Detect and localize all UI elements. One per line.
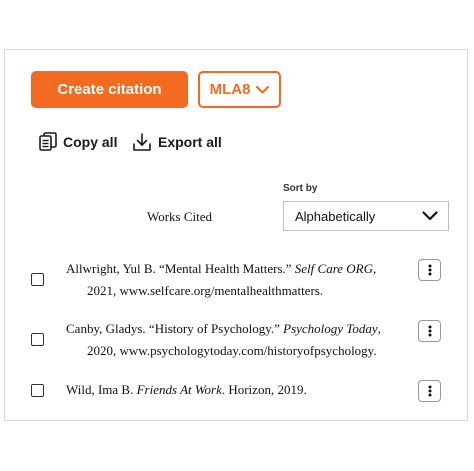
citation-more-button[interactable]: [418, 259, 441, 281]
citation-details: 2021, www.selfcare.org/mentalhealthmatte…: [87, 283, 324, 298]
citation-title: Friends At Work: [136, 382, 222, 397]
citation-line: Canby, Gladys. “History of Psychology.” …: [66, 318, 406, 340]
chevron-down-icon: [422, 211, 438, 221]
citation-checkbox[interactable]: [31, 384, 44, 397]
copy-icon: [39, 132, 57, 151]
citation-line: Allwright, Yul B. “Mental Health Matters…: [66, 258, 406, 280]
citation-style-dropdown[interactable]: MLA8: [198, 71, 281, 108]
citation-checkbox[interactable]: [31, 333, 44, 346]
sort-by-label: Sort by: [283, 183, 318, 194]
download-icon: [133, 133, 151, 151]
citation-style-label: MLA8: [209, 81, 251, 98]
create-citation-label: Create citation: [57, 81, 162, 98]
citation-authors-title: Canby, Gladys. “History of Psychology.”: [66, 321, 284, 336]
citation-entry: Wild, Ima B. Friends At Work. Horizon, 2…: [66, 379, 406, 401]
works-cited-heading: Works Cited: [147, 209, 213, 224]
export-all-button[interactable]: Export all: [132, 132, 222, 152]
more-vertical-icon: [428, 325, 431, 337]
sort-select[interactable]: Alphabetically: [283, 201, 449, 231]
citation-entry: Allwright, Yul B. “Mental Health Matters…: [66, 258, 406, 302]
citation-authors: Wild, Ima B.: [66, 382, 137, 397]
chevron-down-icon: [256, 85, 270, 93]
citation-line: Wild, Ima B. Friends At Work. Horizon, 2…: [66, 379, 406, 401]
citation-authors-title: Allwright, Yul B. “Mental Health Matters…: [66, 261, 295, 276]
create-citation-button[interactable]: Create citation: [31, 71, 188, 108]
citation-checkbox[interactable]: [31, 273, 44, 286]
citation-suffix: . Horizon, 2019.: [221, 382, 307, 397]
citation-container: Psychology Today: [283, 321, 378, 336]
sort-selected-value: Alphabetically: [295, 208, 376, 224]
citation-suffix: ,: [373, 261, 377, 276]
copy-all-label: Copy all: [63, 134, 118, 150]
citation-entry: Canby, Gladys. “History of Psychology.” …: [66, 318, 406, 362]
more-vertical-icon: [428, 385, 431, 397]
citation-details: 2020, www.psychologytoday.com/historyofp…: [87, 343, 377, 358]
more-vertical-icon: [428, 264, 431, 276]
copy-all-button[interactable]: Copy all: [39, 132, 117, 152]
citation-more-button[interactable]: [418, 320, 441, 342]
citation-more-button[interactable]: [418, 380, 441, 402]
export-all-label: Export all: [158, 134, 222, 150]
citation-container: Self Care ORG: [294, 261, 374, 276]
citation-suffix: ,: [377, 321, 381, 336]
